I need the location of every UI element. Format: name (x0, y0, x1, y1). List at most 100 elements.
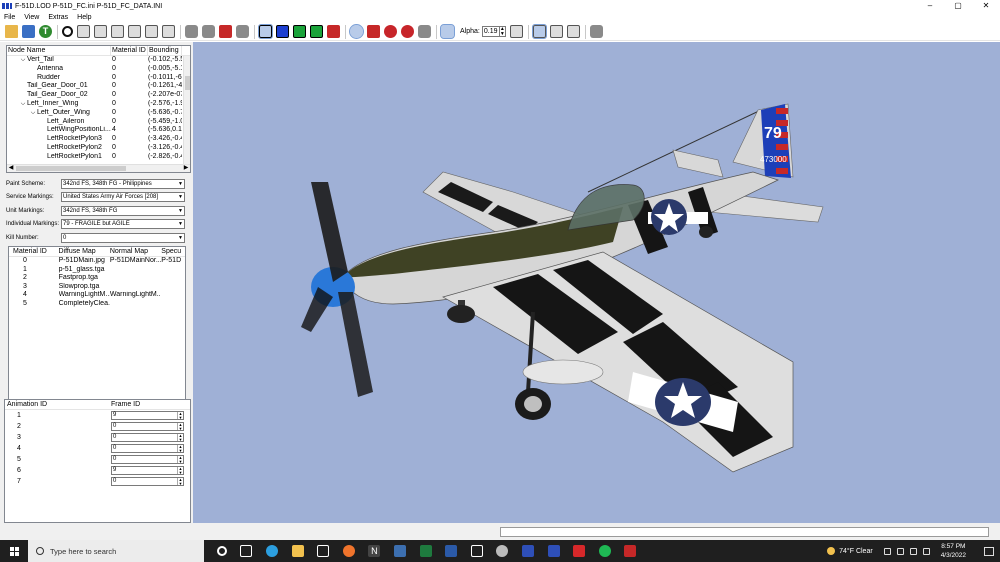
file-explorer-icon[interactable] (291, 545, 304, 557)
spinner-arrows-icon[interactable]: ▲ ▼ (177, 467, 183, 474)
volume-icon[interactable] (909, 547, 917, 555)
texture-t-icon[interactable]: T (39, 25, 52, 38)
tree-row[interactable]: Rudder 0 (-0.1011,-6.2 (7, 74, 190, 83)
spotify-icon[interactable] (598, 545, 611, 557)
frame-id-spinner[interactable]: 0 ▲ ▼ (111, 444, 184, 453)
alpha-toggle-icon[interactable] (440, 24, 455, 39)
taskbar-search[interactable]: Type here to search (28, 540, 204, 562)
view-front-icon[interactable] (77, 25, 90, 38)
task-view-icon[interactable] (240, 545, 253, 557)
tree-row[interactable]: Tail_Gear_Door_02 0 (-2.207e-07, (7, 91, 190, 100)
spinner-arrows-icon[interactable]: ▲ ▼ (177, 445, 183, 452)
col-normal-map[interactable]: Normal Map (110, 247, 161, 256)
spinner-arrows-icon[interactable]: ▲ ▼ (177, 423, 183, 430)
material-row[interactable]: 3 Slowprop.tga (9, 283, 185, 292)
material-row[interactable]: 1 p-51_glass.tga (9, 266, 185, 275)
red-gear-icon[interactable] (384, 25, 397, 38)
notifications-icon[interactable] (984, 546, 994, 556)
spinner-arrows-icon[interactable]: ▲ ▼ (177, 478, 183, 485)
lod-viewer-icon[interactable] (547, 545, 560, 557)
minimize-button[interactable]: – (916, 0, 944, 12)
col-node-name[interactable]: Node Name (7, 46, 111, 55)
chevron-down-icon[interactable]: ⌵ (19, 100, 27, 109)
material-row[interactable]: 5 CompletelyClea... (9, 300, 185, 309)
view-back-icon[interactable] (94, 25, 107, 38)
tools-icon[interactable] (589, 25, 603, 38)
menu-view[interactable]: View (24, 14, 39, 21)
axes-icon[interactable] (549, 25, 563, 38)
start-button[interactable] (0, 540, 28, 562)
excel-icon[interactable] (419, 545, 432, 557)
view-top-icon[interactable] (145, 25, 158, 38)
material-row[interactable]: 4 WarningLightM... WarningLightM... (9, 291, 185, 300)
blue-box-icon[interactable] (276, 25, 289, 38)
tree-row[interactable]: LeftRocketPylon3 0 (-3.426,-0.49 (7, 135, 190, 144)
tree-row[interactable]: ⌵Vert_Tail 0 (-0.102,-5.56 (7, 56, 190, 65)
view-right-icon[interactable] (128, 25, 141, 38)
individual-markings-select[interactable]: 79 - FRAGILE but AGILE ▼ (61, 219, 185, 230)
red-cube-icon[interactable] (367, 25, 380, 38)
green-sphere-icon[interactable] (310, 25, 323, 38)
col-material-id[interactable]: Material ID (111, 46, 148, 55)
save-disk-icon[interactable] (22, 25, 35, 38)
chevron-down-icon[interactable]: ⌵ (19, 56, 27, 65)
green-box-icon[interactable] (293, 25, 306, 38)
material-row[interactable]: 2 Fastprop.tga (9, 274, 185, 283)
frame-id-spinner[interactable]: 9 ▲ ▼ (111, 466, 184, 475)
frame-id-spinner[interactable]: 9 ▲ ▼ (111, 411, 184, 420)
zoom-magnifier-icon[interactable] (62, 26, 73, 37)
red-drop-icon[interactable] (401, 25, 414, 38)
tree-row[interactable]: Tail_Gear_Door_01 0 (-0.1261,-4.2 (7, 82, 190, 91)
tree-row[interactable]: ⌵Left_Outer_Wing 0 (-5.636,-0.77 (7, 109, 190, 118)
clock[interactable]: 8:57 PM 4/3/2022 (941, 542, 966, 560)
tray-chevron-icon[interactable] (883, 547, 891, 555)
edge-icon[interactable] (265, 545, 278, 557)
menu-help[interactable]: Help (77, 14, 91, 21)
battery-icon[interactable] (922, 547, 930, 555)
shade-red-icon[interactable] (219, 25, 232, 38)
spinner-arrows-icon[interactable]: ▲ ▼ (177, 412, 183, 419)
steam-icon[interactable] (496, 545, 509, 557)
tree-horizontal-scrollbar[interactable]: ◀ ▶ (7, 164, 190, 172)
alpha-input[interactable]: 0.19 (481, 26, 500, 37)
view-bottom-icon[interactable] (162, 25, 175, 38)
tree-row[interactable]: LeftRocketPylon1 0 (-2.826,-0.46 (7, 153, 190, 162)
tree-row[interactable]: LeftRocketPylon2 0 (-3.126,-0.47 (7, 144, 190, 153)
close-button[interactable]: ✕ (972, 0, 1000, 12)
frame-icon[interactable] (566, 25, 580, 38)
mcafee-icon[interactable] (624, 545, 637, 557)
col-bounding-box[interactable]: Bounding B (148, 46, 182, 55)
tree-row[interactable]: Left_Aileron 0 (-5.459,-1.06 (7, 118, 190, 127)
service-markings-select[interactable]: United States Army Air Forces [208] ▼ (61, 192, 185, 203)
store-icon[interactable] (317, 545, 330, 557)
viewer-app-icon[interactable] (521, 545, 534, 557)
tree-row[interactable]: LeftWingPositionLi...4 (-5.636,0.138 (7, 126, 190, 135)
calendar-icon[interactable] (470, 545, 483, 557)
tree-row[interactable]: Antenna 0 (-0.005,-5.19 (7, 65, 190, 74)
menu-file[interactable]: File (4, 14, 15, 21)
acrobat-icon[interactable] (573, 545, 586, 557)
menu-extras[interactable]: Extras (48, 14, 68, 21)
material-row[interactable]: 0 P-51DMain.jpg P-51DMainNor... P-51D (9, 257, 185, 266)
network-icon[interactable] (896, 547, 904, 555)
frame-id-spinner[interactable]: 0 ▲ ▼ (111, 455, 184, 464)
blue-cube-icon[interactable] (258, 24, 273, 39)
red-box-icon[interactable] (327, 25, 340, 38)
maximize-button[interactable]: ▢ (944, 0, 972, 12)
mail-icon[interactable] (393, 545, 406, 557)
tree-vertical-scrollbar[interactable] (183, 56, 190, 164)
frame-id-spinner[interactable]: 0 ▲ ▼ (111, 433, 184, 442)
alpha-spinner[interactable]: ▲ ▼ (499, 26, 506, 37)
col-material-id[interactable]: Material ID (9, 247, 58, 256)
firefox-icon[interactable] (342, 545, 355, 557)
tree-row[interactable]: ⌵Left_Inner_Wing 0 (-2.576,-1.93 (7, 100, 190, 109)
spinner-arrows-icon[interactable]: ▲ ▼ (177, 456, 183, 463)
frame-id-spinner[interactable]: 0 ▲ ▼ (111, 477, 184, 486)
gray-drop-icon[interactable] (418, 25, 431, 38)
3d-viewport[interactable]: 79 473000 (193, 42, 1000, 523)
red-sphere-icon[interactable] (349, 24, 364, 39)
grid-icon[interactable] (531, 24, 547, 39)
cortana-icon[interactable] (216, 546, 227, 556)
bounding-box-icon[interactable] (509, 25, 523, 38)
chevron-down-icon[interactable]: ⌵ (29, 109, 37, 118)
